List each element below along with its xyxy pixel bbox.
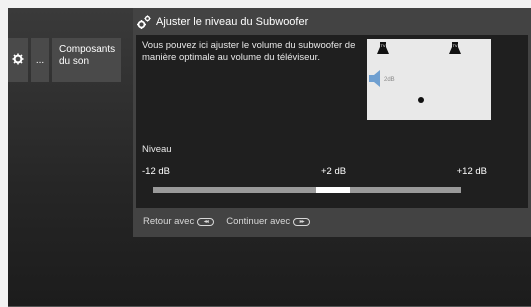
- subwoofer-level-dialog: Ajuster le niveau du Subwoofer Vous pouv…: [133, 8, 531, 237]
- subwoofer-level-label: 2dB: [384, 77, 395, 83]
- tv-screen: ... Composants du son Ajuster le niveau …: [8, 8, 531, 307]
- fast-forward-key-icon: ▸▸: [293, 217, 311, 226]
- level-min-label: -12 dB: [142, 166, 170, 177]
- settings-gears-icon: [136, 14, 152, 30]
- back-button[interactable]: Retour avec ◂◂: [143, 216, 215, 227]
- dialog-content: Vous pouvez ici ajuster le volume du sub…: [136, 35, 528, 208]
- level-max-label: +12 dB: [456, 166, 487, 177]
- level-current-label: +2 dB: [321, 166, 347, 177]
- continue-button[interactable]: Continuer avec ▸▸: [226, 216, 311, 227]
- listener-position-icon: [418, 97, 424, 103]
- breadcrumb: ... Composants du son: [8, 38, 124, 82]
- breadcrumb-sound-components[interactable]: Composants du son: [52, 38, 121, 82]
- front-left-speaker-icon: TV: [377, 42, 389, 54]
- level-slider[interactable]: [153, 187, 461, 193]
- sound-components-label: Composants du son: [59, 44, 116, 67]
- speaker-layout-diagram: TV TV 2dB: [367, 39, 491, 120]
- dialog-header: Ajuster le niveau du Subwoofer: [133, 8, 531, 35]
- level-label: Niveau: [142, 144, 172, 155]
- subwoofer-icon: [369, 70, 380, 87]
- level-slider-thumb[interactable]: [316, 187, 350, 193]
- breadcrumb-settings[interactable]: [8, 38, 28, 82]
- rewind-key-icon: ◂◂: [197, 217, 215, 226]
- dialog-description: Vous pouvez ici ajuster le volume du sub…: [142, 40, 356, 63]
- breadcrumb-ellipsis[interactable]: ...: [31, 38, 49, 82]
- dialog-footer: Retour avec ◂◂ Continuer avec ▸▸: [143, 216, 322, 227]
- front-right-speaker-icon: TV: [449, 42, 461, 54]
- ellipsis-label: ...: [35, 54, 45, 66]
- gear-icon: [12, 53, 24, 68]
- continue-label: Continuer avec: [226, 216, 291, 227]
- dialog-title: Ajuster le niveau du Subwoofer: [156, 15, 309, 28]
- tv-label-right: TV: [452, 43, 457, 48]
- back-label: Retour avec: [143, 216, 195, 227]
- tv-label-left: TV: [380, 43, 385, 48]
